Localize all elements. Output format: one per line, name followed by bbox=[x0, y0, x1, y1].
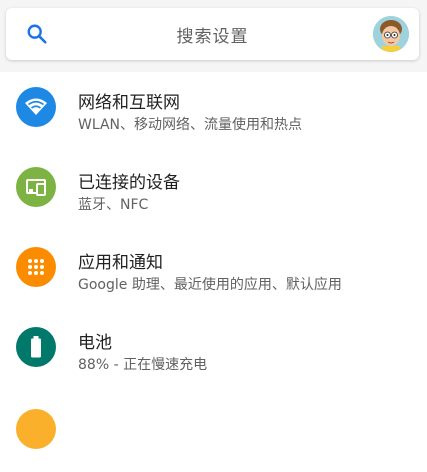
settings-list: 网络和互联网 WLAN、移动网络、流量使用和热点 已连接的设备 蓝牙、NFC 应… bbox=[0, 72, 427, 472]
settings-item-connected-devices[interactable]: 已连接的设备 蓝牙、NFC bbox=[0, 152, 427, 232]
settings-item-title: 应用和通知 bbox=[78, 253, 163, 273]
settings-item-display-partial[interactable] bbox=[0, 392, 427, 472]
search-bar[interactable]: 搜索设置 bbox=[6, 8, 419, 60]
settings-item-title: 已连接的设备 bbox=[78, 173, 180, 193]
search-area: 搜索设置 bbox=[0, 0, 427, 72]
settings-item-subtitle: 蓝牙、NFC bbox=[78, 197, 149, 213]
settings-item-subtitle: WLAN、移动网络、流量使用和热点 bbox=[78, 117, 303, 133]
settings-item-apps[interactable]: 应用和通知 Google 助理、最近使用的应用、默认应用 bbox=[0, 232, 427, 312]
settings-item-title: 电池 bbox=[78, 333, 112, 353]
avatar[interactable] bbox=[373, 16, 409, 52]
settings-item-battery[interactable]: 电池 88% - 正在慢速充电 bbox=[0, 312, 427, 392]
settings-item-subtitle: Google 助理、最近使用的应用、默认应用 bbox=[78, 277, 342, 293]
settings-item-network[interactable]: 网络和互联网 WLAN、移动网络、流量使用和热点 bbox=[0, 72, 427, 152]
battery-icon bbox=[16, 327, 56, 367]
display-icon bbox=[16, 409, 56, 449]
devices-icon bbox=[16, 167, 56, 207]
search-input[interactable]: 搜索设置 bbox=[6, 22, 419, 47]
apps-icon bbox=[16, 247, 56, 287]
settings-item-title: 网络和互联网 bbox=[78, 93, 180, 113]
wifi-icon bbox=[16, 87, 56, 127]
settings-item-subtitle: 88% - 正在慢速充电 bbox=[78, 357, 208, 373]
